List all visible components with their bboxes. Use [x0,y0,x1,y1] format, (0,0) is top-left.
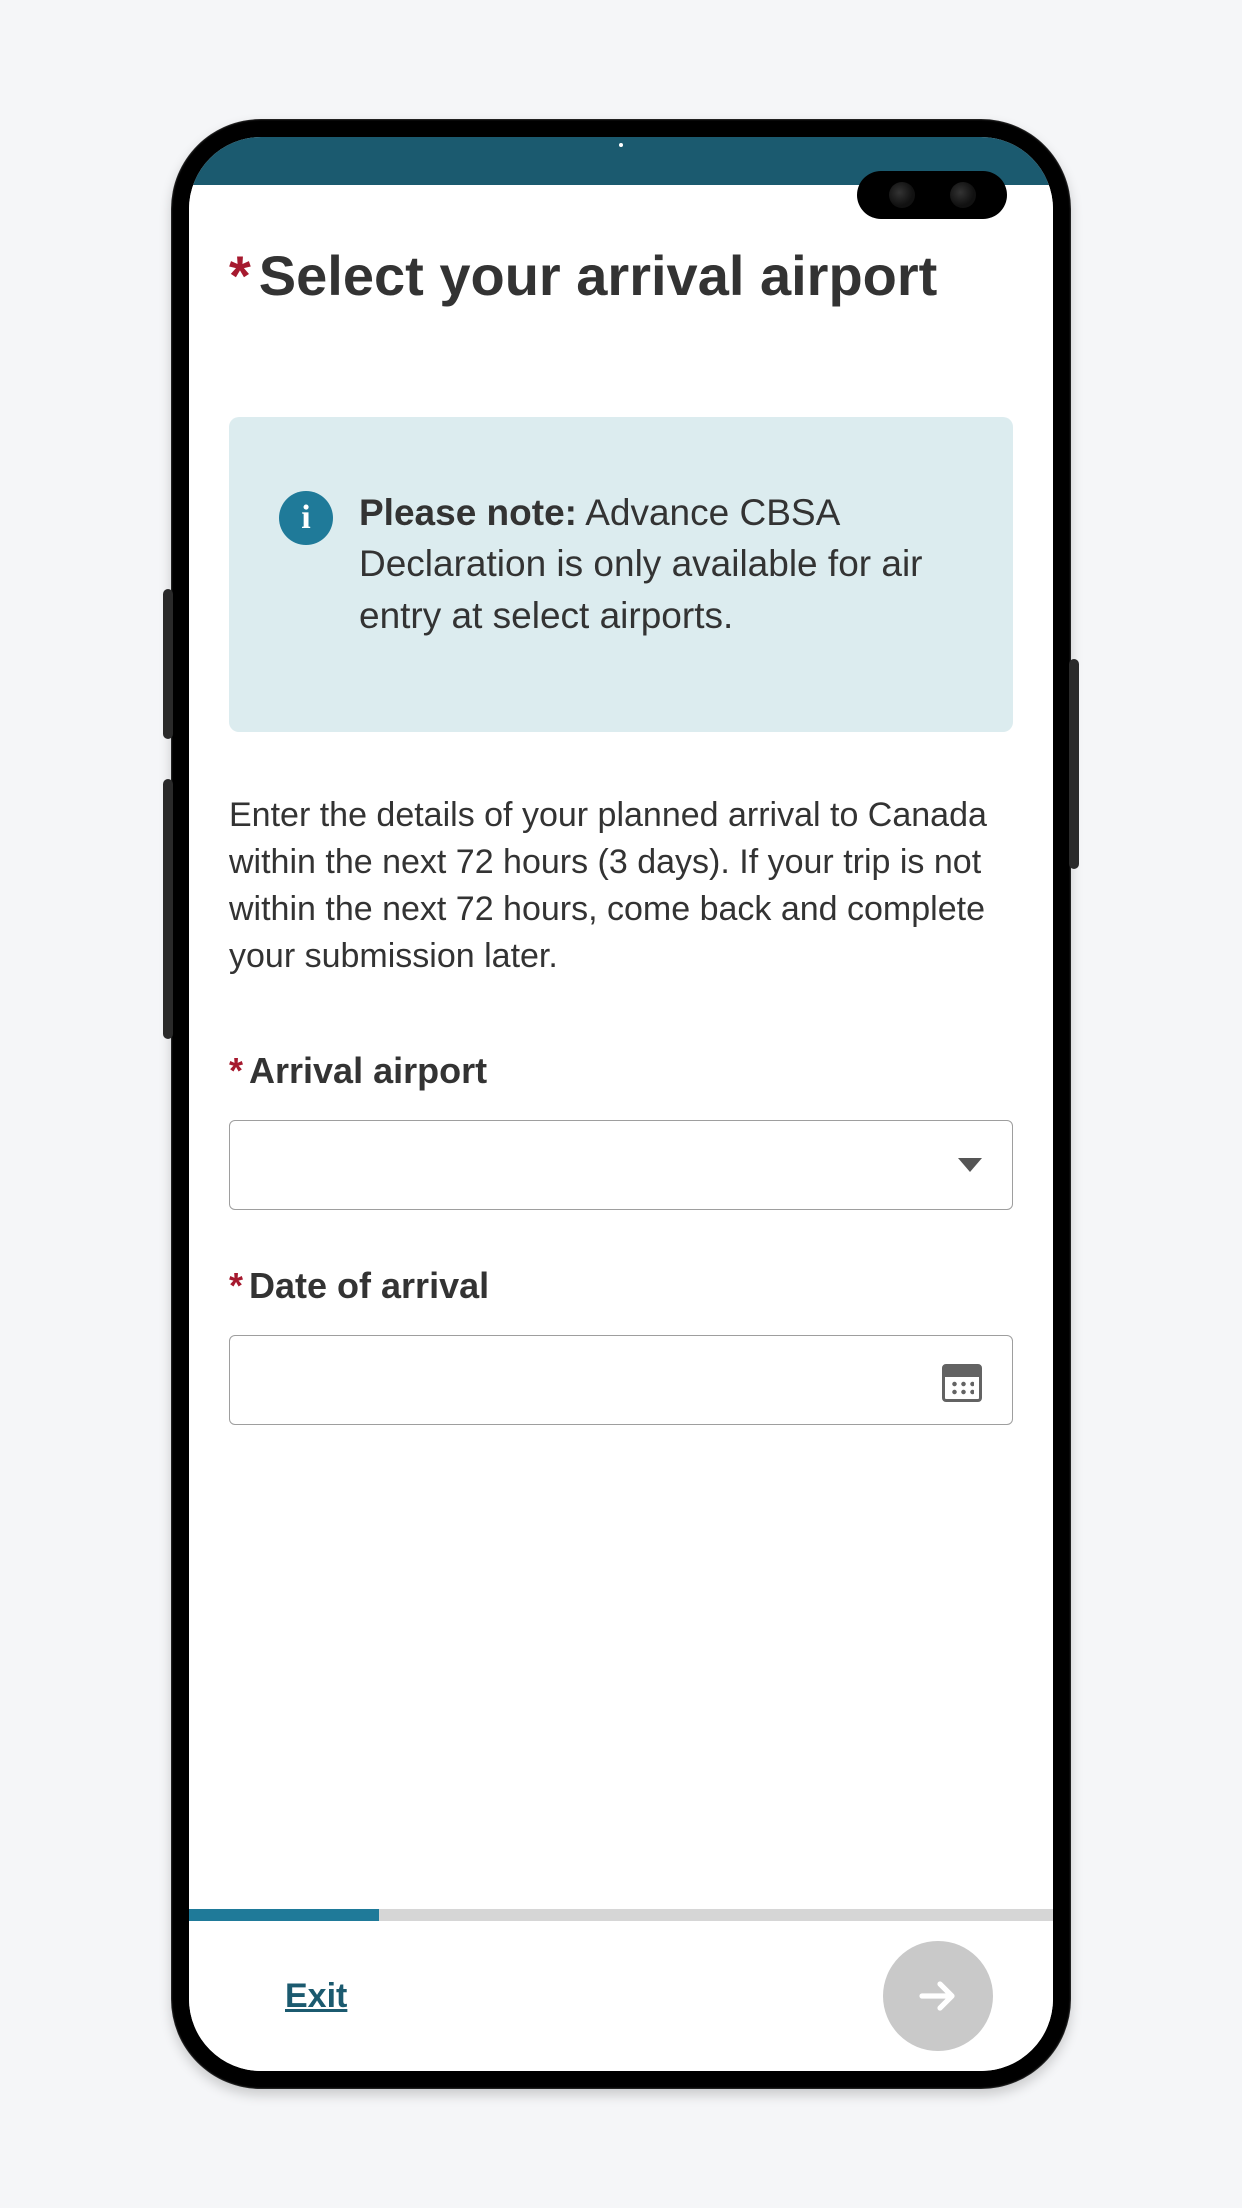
field-arrival-airport: *Arrival airport [229,1050,1013,1210]
date-of-arrival-label-text: Date of arrival [249,1265,489,1306]
date-of-arrival-input[interactable] [229,1335,1013,1425]
arrow-right-icon [914,1972,962,2020]
exit-link[interactable]: Exit [285,1977,347,2016]
progress-bar [189,1909,1053,1921]
arrival-airport-select[interactable] [229,1120,1013,1210]
calendar-icon [942,1358,982,1402]
phone-side-button [1069,659,1079,869]
info-lead: Please note: [359,492,577,533]
next-button[interactable] [883,1941,993,2051]
required-asterisk: * [229,1265,243,1306]
field-date-of-arrival: *Date of arrival [229,1265,1013,1425]
required-asterisk: * [229,1050,243,1091]
instructions-text: Enter the details of your planned arriva… [229,792,1013,980]
arrival-airport-label: *Arrival airport [229,1050,1013,1092]
info-icon: i [279,491,333,545]
phone-side-button [163,779,173,1039]
info-callout: i Please note: Advance CBSA Declaration … [229,417,1013,732]
progress-fill [189,1909,379,1921]
date-of-arrival-label: *Date of arrival [229,1265,1013,1307]
camera-cutout [857,171,1007,219]
arrival-airport-label-text: Arrival airport [249,1050,487,1091]
page-title: *Select your arrival airport [229,245,1013,307]
phone-side-button [163,589,173,739]
main-content: *Select your arrival airport i Please no… [189,185,1053,1909]
chevron-down-icon [958,1158,982,1172]
footer-nav: Exit [189,1921,1053,2071]
required-asterisk: * [229,244,251,307]
page-title-text: Select your arrival airport [259,244,938,307]
info-text: Please note: Advance CBSA Declaration is… [359,487,963,642]
phone-screen: *Select your arrival airport i Please no… [189,137,1053,2071]
phone-frame: *Select your arrival airport i Please no… [171,119,1071,2089]
